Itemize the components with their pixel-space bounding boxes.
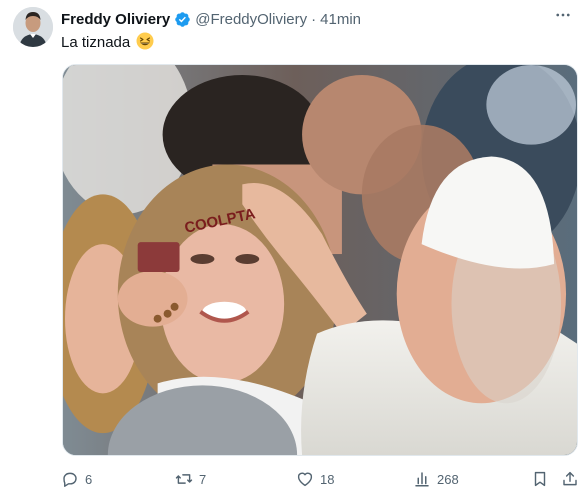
like-count: 18 xyxy=(320,471,335,487)
grinning-squinting-face-emoji-icon xyxy=(136,32,154,50)
repost-count: 7 xyxy=(199,471,207,487)
views-count: 268 xyxy=(437,471,459,487)
views-chart-icon xyxy=(415,472,429,487)
verified-badge-icon xyxy=(175,11,190,27)
share-icon xyxy=(563,471,577,486)
author-display-name[interactable]: Freddy Oliviery xyxy=(61,11,170,28)
more-icon[interactable] xyxy=(554,6,572,29)
bookmark-icon xyxy=(534,471,546,487)
avatar-photo xyxy=(13,7,53,47)
tweet-media-photo[interactable]: COOLPTA xyxy=(62,64,578,456)
heart-icon xyxy=(297,472,313,487)
tweet-text-content: La tiznada xyxy=(61,34,131,51)
reply-count: 6 xyxy=(85,471,93,487)
avatar[interactable] xyxy=(13,7,53,47)
tweet[interactable]: Freddy Oliviery @FreddyOliviery · 41min … xyxy=(0,0,588,501)
like-button[interactable]: 18 xyxy=(296,466,334,492)
repost-button[interactable]: 7 xyxy=(175,466,206,492)
action-bar: 6 7 18 268 xyxy=(61,466,577,492)
reply-button[interactable]: 6 xyxy=(61,466,92,492)
reply-icon xyxy=(63,472,77,487)
separator-dot: · xyxy=(311,10,317,28)
repost-icon xyxy=(175,474,193,484)
tweet-text: La tiznada xyxy=(61,32,154,51)
share-button[interactable] xyxy=(561,466,579,492)
timestamp[interactable]: 41min xyxy=(320,11,361,28)
tweet-header: Freddy Oliviery @FreddyOliviery · 41min xyxy=(61,8,572,30)
photo-illustration: COOLPTA xyxy=(63,65,577,455)
bookmark-button[interactable] xyxy=(531,466,549,492)
author-handle[interactable]: @FreddyOliviery xyxy=(195,11,307,28)
views-button[interactable]: 268 xyxy=(413,466,459,492)
